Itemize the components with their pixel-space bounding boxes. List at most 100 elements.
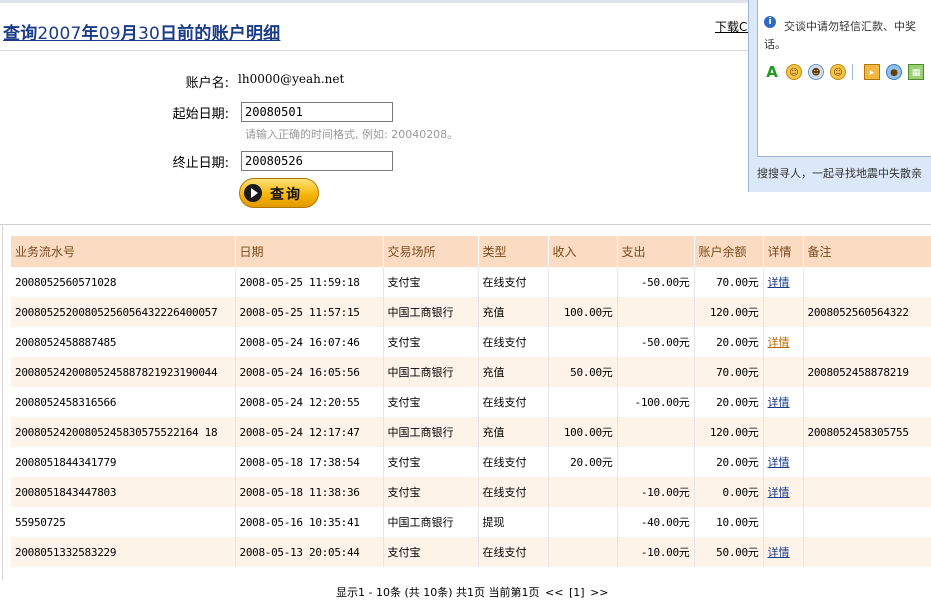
cell-income: 20.00元 <box>548 447 618 477</box>
detail-link[interactable]: 详情 <box>768 546 790 559</box>
emoticon-icon[interactable]: ☺ <box>786 64 802 80</box>
cell-detail: 详情 <box>763 327 804 357</box>
col-header-income: 收入 <box>548 236 618 267</box>
table-row: 2008052458316566 2008-05-24 12:20:55 支付宝 在线… <box>11 387 931 417</box>
cell-detail <box>763 297 804 327</box>
cell-serial: 2008051332583229 <box>11 537 236 567</box>
cell-expense <box>617 357 695 387</box>
current-page-link[interactable]: [1] <box>569 586 585 599</box>
cell-detail <box>763 507 804 537</box>
table-row: 55950725 2008-05-16 10:35:41 中国工商银行 提现 -40.0… <box>11 507 931 537</box>
pagination: 显示1 - 10条 (共 10条) 共1页 当前第1页 << [1] >> <box>336 584 611 600</box>
cell-serial: 2008051844341779 <box>11 447 236 477</box>
cell-place: 中国工商银行 <box>383 507 479 537</box>
cell-expense: -10.00元 <box>617 537 695 567</box>
cell-note: 2008052560564322 <box>803 297 931 327</box>
next-page-link[interactable]: >> <box>590 586 608 599</box>
account-label: 账户名: <box>185 76 229 91</box>
cell-detail: 详情 <box>763 387 804 417</box>
col-header-detail: 详情 <box>763 236 804 267</box>
table-row: 2008051843447803 2008-05-18 11:38:36 支付宝 在线… <box>11 477 931 507</box>
cell-type: 充值 <box>478 417 549 447</box>
cell-date: 2008-05-24 16:05:56 <box>235 357 384 387</box>
cell-serial: 20080524200805245830575522164 18 <box>11 417 236 447</box>
cell-balance: 10.00元 <box>694 507 764 537</box>
table-header-row: 业务流水号 日期 交易场所 类型 收入 支出 账户余额 详情 备注 <box>11 236 931 267</box>
cell-serial: 2008052458887485 <box>11 327 236 357</box>
cell-place: 支付宝 <box>383 327 479 357</box>
cell-serial: 2008051843447803 <box>11 477 236 507</box>
chat-toolbar: A ☺ ☻ ☺ ▸ ● ▦ <box>764 64 931 82</box>
cell-note <box>803 477 931 507</box>
col-header-place: 交易场所 <box>383 236 479 267</box>
cell-date: 2008-05-18 11:38:36 <box>235 477 384 507</box>
cell-balance: 120.00元 <box>694 417 764 447</box>
cell-balance: 50.00元 <box>694 537 764 567</box>
cell-type: 在线支付 <box>478 327 549 357</box>
cell-type: 充值 <box>478 297 549 327</box>
cell-income <box>548 327 618 357</box>
prev-page-link[interactable]: << <box>545 586 563 599</box>
cell-expense: -100.00元 <box>617 387 695 417</box>
play-icon <box>244 184 262 202</box>
col-header-serial: 业务流水号 <box>11 236 236 267</box>
cell-expense: -50.00元 <box>617 267 695 297</box>
cell-detail <box>763 357 804 387</box>
cell-balance: 70.00元 <box>694 267 764 297</box>
col-header-type: 类型 <box>478 236 549 267</box>
cell-note <box>803 537 931 567</box>
detail-link[interactable]: 详情 <box>768 336 790 349</box>
font-icon[interactable]: A <box>764 64 780 80</box>
wink-icon[interactable]: ☺ <box>830 64 846 80</box>
detail-link[interactable]: 详情 <box>768 456 790 469</box>
cell-balance: 0.00元 <box>694 477 764 507</box>
cell-expense <box>617 417 695 447</box>
cell-date: 2008-05-24 16:07:46 <box>235 327 384 357</box>
cell-serial: 20080525200805256056432226400057 <box>11 297 236 327</box>
col-header-date: 日期 <box>235 236 384 267</box>
cell-place: 中国工商银行 <box>383 357 479 387</box>
cell-balance: 20.00元 <box>694 387 764 417</box>
cell-date: 2008-05-25 11:57:15 <box>235 297 384 327</box>
table-row: 2008051332583229 2008-05-13 20:05:44 支付宝 在线… <box>11 537 931 567</box>
cell-note <box>803 507 931 537</box>
start-date-input[interactable] <box>241 102 393 122</box>
cell-income <box>548 477 618 507</box>
table-row: 2008051844341779 2008-05-18 17:38:54 支付宝 在线… <box>11 447 931 477</box>
detail-link[interactable]: 详情 <box>768 486 790 499</box>
col-header-expense: 支出 <box>617 236 695 267</box>
query-button-label: 查询 <box>270 187 302 203</box>
cell-balance: 20.00元 <box>694 327 764 357</box>
detail-link[interactable]: 详情 <box>768 276 790 289</box>
cell-income: 50.00元 <box>548 357 618 387</box>
game-icon[interactable]: ● <box>886 64 902 80</box>
cell-note: 2008052458305755 <box>803 417 931 447</box>
cell-place: 支付宝 <box>383 537 479 567</box>
cell-note <box>803 327 931 357</box>
cell-type: 在线支付 <box>478 537 549 567</box>
cell-serial: 55950725 <box>11 507 236 537</box>
table-row: 20080525200805256056432226400057 2008-05-… <box>11 297 931 327</box>
end-date-input[interactable] <box>241 151 393 171</box>
cell-type: 在线支付 <box>478 447 549 477</box>
query-button[interactable]: 查询 <box>239 178 319 208</box>
picture-icon[interactable]: ▦ <box>908 64 924 80</box>
cell-place: 支付宝 <box>383 447 479 477</box>
cell-expense <box>617 297 695 327</box>
magic-emoticon-icon[interactable]: ☻ <box>808 64 824 80</box>
cell-serial: 20080524200805245887821923190044 <box>11 357 236 387</box>
cell-date: 2008-05-24 12:20:55 <box>235 387 384 417</box>
cell-income <box>548 507 618 537</box>
cell-expense: -50.00元 <box>617 327 695 357</box>
cell-detail: 详情 <box>763 447 804 477</box>
cell-serial: 2008052458316566 <box>11 387 236 417</box>
detail-link[interactable]: 详情 <box>768 396 790 409</box>
chat-message-area[interactable]: i 交谈中请勿轻信汇款、中奖话。 A ☺ ☻ ☺ ▸ ● ▦ <box>757 0 931 157</box>
page-title: 查询2007年09月30日前的账户明细 <box>3 24 281 44</box>
cell-date: 2008-05-25 11:59:18 <box>235 267 384 297</box>
send-file-icon[interactable]: ▸ <box>864 64 880 80</box>
account-value: lh0000@yeah.net <box>238 72 345 86</box>
cell-balance: 70.00元 <box>694 357 764 387</box>
cell-serial: 2008052560571028 <box>11 267 236 297</box>
chat-search-promo[interactable]: 搜搜寻人，一起寻找地震中失散亲 <box>757 165 922 181</box>
